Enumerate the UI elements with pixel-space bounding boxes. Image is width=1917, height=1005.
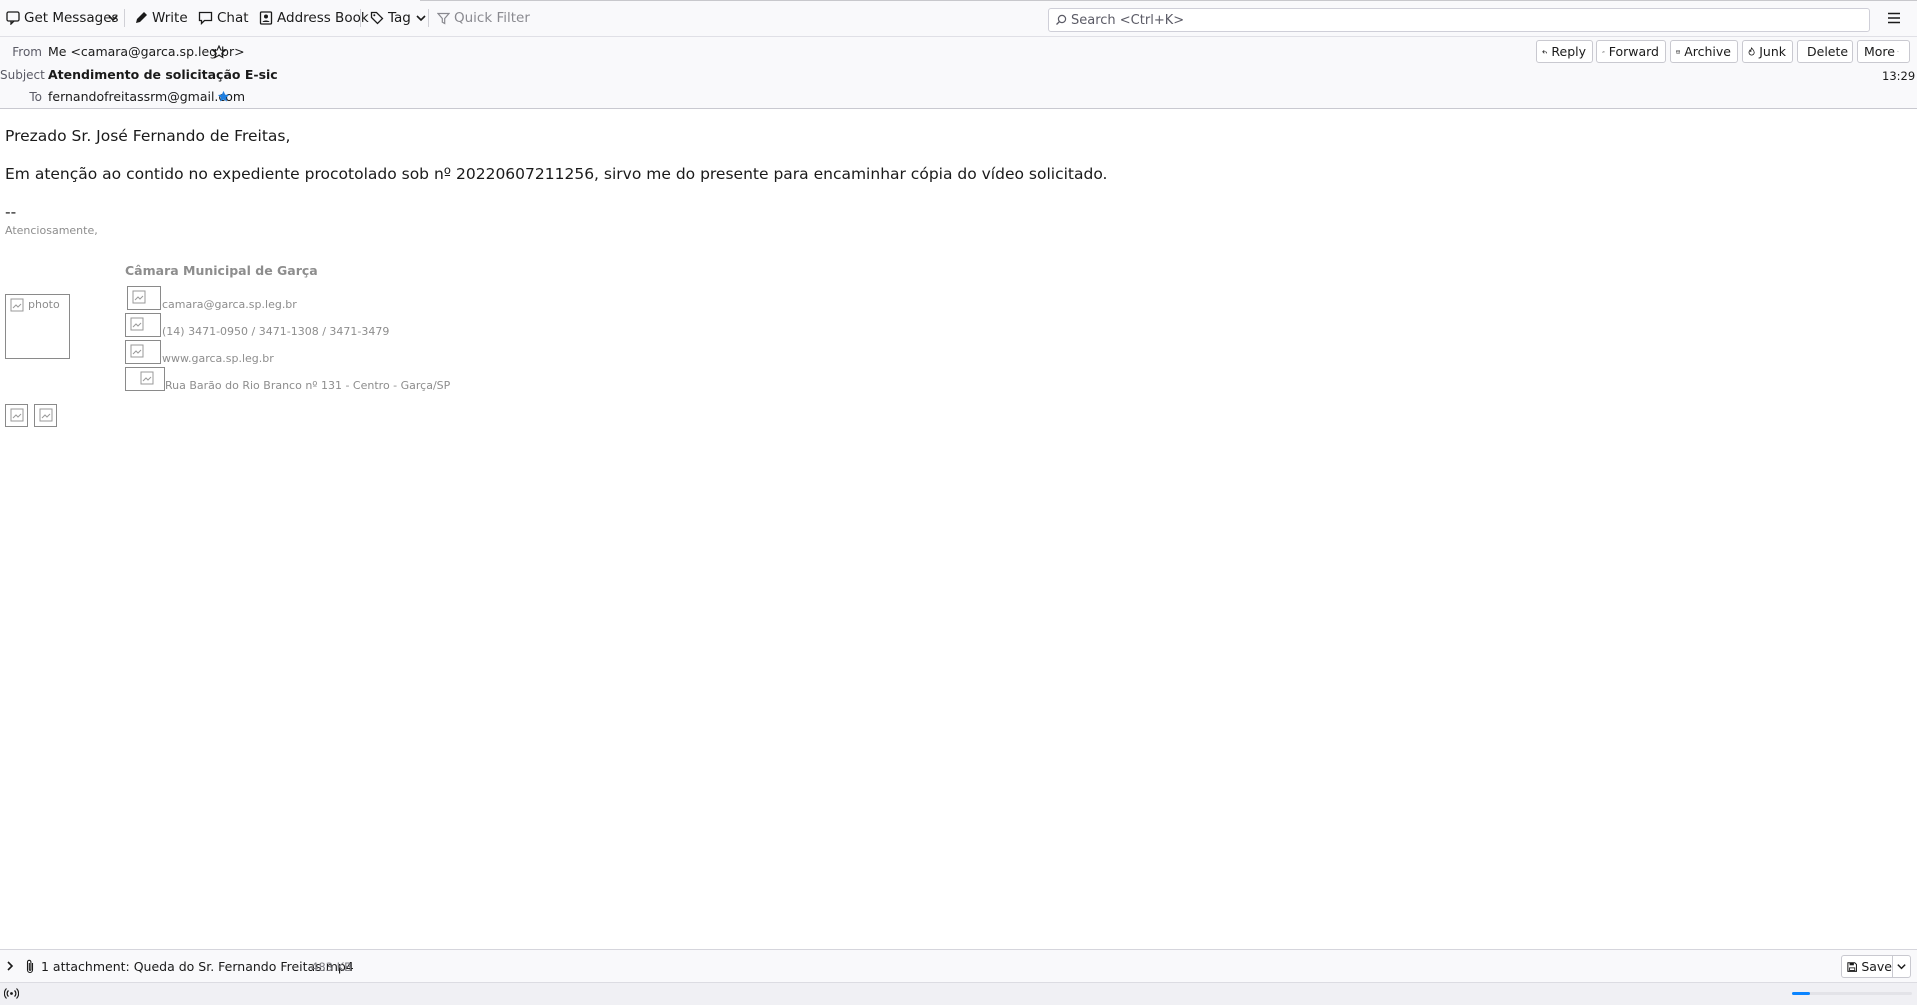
signature-website[interactable]: www.garca.sp.leg.br	[162, 352, 274, 365]
reply-icon	[1542, 49, 1548, 54]
chevron-down-icon	[108, 15, 118, 22]
save-dropdown-button[interactable]	[1892, 955, 1911, 978]
main-toolbar: Get Messages Write Chat Address Book Tag…	[0, 0, 1917, 37]
archive-label: Archive	[1684, 44, 1731, 59]
more-button[interactable]: More	[1857, 40, 1910, 63]
social-icon-image-1[interactable]	[5, 404, 28, 427]
body-paragraph: Em atenção ao contido no expediente proc…	[5, 165, 1108, 183]
pencil-icon	[136, 12, 147, 23]
subject-label: Subject	[0, 68, 45, 82]
get-messages-dropdown[interactable]	[107, 0, 123, 36]
search-input[interactable]: Search <Ctrl+K>	[1048, 8, 1870, 32]
search-placeholder: Search <Ctrl+K>	[1071, 12, 1185, 28]
address-icon-image	[125, 367, 165, 391]
chevron-down-icon	[1897, 51, 1899, 53]
write-label: Write	[152, 10, 188, 26]
closing-text: Atenciosamente,	[5, 224, 98, 237]
attachment-bar: 1 attachment: Queda do Sr. Fernando Frei…	[0, 949, 1917, 983]
reply-button[interactable]: Reply	[1536, 40, 1593, 63]
paperclip-icon	[26, 959, 34, 974]
signature-photo: photo	[5, 294, 70, 359]
broken-image-icon	[132, 290, 146, 304]
junk-button[interactable]: Junk	[1742, 40, 1793, 63]
greeting-text: Prezado Sr. José Fernando de Freitas,	[5, 127, 291, 145]
online-status-icon[interactable]	[4, 987, 19, 1000]
website-icon-image	[125, 340, 161, 364]
quick-filter-label: Quick Filter	[454, 10, 530, 26]
get-messages-icon	[6, 11, 20, 25]
photo-alt-text: photo	[28, 298, 60, 311]
hamburger-menu-icon	[1888, 12, 1900, 24]
to-value[interactable]: fernandofreitassrm@gmail.com	[48, 89, 245, 104]
junk-label: Junk	[1759, 44, 1786, 59]
broken-image-icon	[10, 408, 24, 422]
junk-flame-icon	[1748, 47, 1755, 56]
more-label: More	[1864, 44, 1895, 59]
chat-label: Chat	[217, 10, 249, 26]
subject-value: Atendimento de solicitação E-sic	[48, 67, 278, 82]
write-button[interactable]: Write	[134, 0, 188, 36]
get-messages-button[interactable]: Get Messages	[6, 0, 119, 36]
phone-icon-image	[125, 313, 161, 337]
progress-fill	[1792, 992, 1810, 995]
archive-icon	[1676, 50, 1681, 54]
signature-org: Câmara Municipal de Garça	[125, 263, 318, 278]
chevron-down-icon	[1897, 964, 1906, 970]
tag-icon	[370, 11, 384, 25]
broken-image-icon	[140, 371, 154, 385]
broken-image-icon	[130, 317, 144, 331]
archive-button[interactable]: Archive	[1670, 40, 1738, 63]
chevron-right-icon[interactable]	[4, 960, 16, 972]
email-icon-image	[127, 286, 161, 310]
forward-button[interactable]: Forward	[1596, 40, 1666, 63]
tag-label: Tag	[388, 10, 411, 26]
chevron-down-icon	[416, 15, 426, 22]
signature-email[interactable]: camara@garca.sp.leg.br	[162, 298, 297, 311]
broken-image-icon	[39, 408, 53, 422]
status-bar	[0, 982, 1917, 1005]
broken-image-icon	[130, 344, 144, 358]
to-label: To	[29, 90, 42, 104]
broken-image-icon	[10, 298, 24, 312]
tag-button[interactable]: Tag	[370, 0, 431, 36]
message-time: 13:29	[1882, 69, 1916, 83]
forward-icon	[1602, 50, 1605, 53]
save-icon	[1847, 961, 1857, 972]
progress-track	[1792, 992, 1912, 995]
quick-filter-button[interactable]: Quick Filter	[437, 0, 530, 36]
save-label: Save	[1861, 959, 1892, 974]
address-book-icon	[259, 11, 273, 25]
signature-address: Rua Barão do Rio Branco nº 131 - Centro …	[165, 379, 451, 392]
app-menu-button[interactable]	[1887, 0, 1905, 36]
attachment-summary[interactable]: 1 attachment: Queda do Sr. Fernando Frei…	[41, 959, 354, 974]
social-icon-image-2[interactable]	[34, 404, 57, 427]
chat-icon	[198, 11, 213, 25]
star-icon[interactable]	[212, 45, 226, 59]
from-label: From	[12, 45, 42, 59]
save-attachment-button[interactable]: Save	[1841, 955, 1893, 978]
address-book-label: Address Book	[277, 10, 369, 26]
chat-button[interactable]: Chat	[198, 0, 249, 36]
search-icon	[1056, 14, 1067, 25]
signature-phone: (14) 3471-0950 / 3471-1308 / 3471-3479	[162, 325, 390, 338]
signature-separator: --	[5, 203, 17, 221]
get-messages-label: Get Messages	[24, 10, 119, 26]
address-book-button[interactable]: Address Book	[259, 0, 369, 36]
filter-icon	[437, 12, 450, 25]
delete-label: Delete	[1807, 44, 1849, 59]
contact-star-icon	[217, 90, 230, 102]
attachment-size: 483 KB	[311, 960, 353, 974]
reply-label: Reply	[1551, 44, 1586, 59]
delete-button[interactable]: Delete	[1797, 40, 1853, 63]
forward-label: Forward	[1608, 44, 1659, 59]
